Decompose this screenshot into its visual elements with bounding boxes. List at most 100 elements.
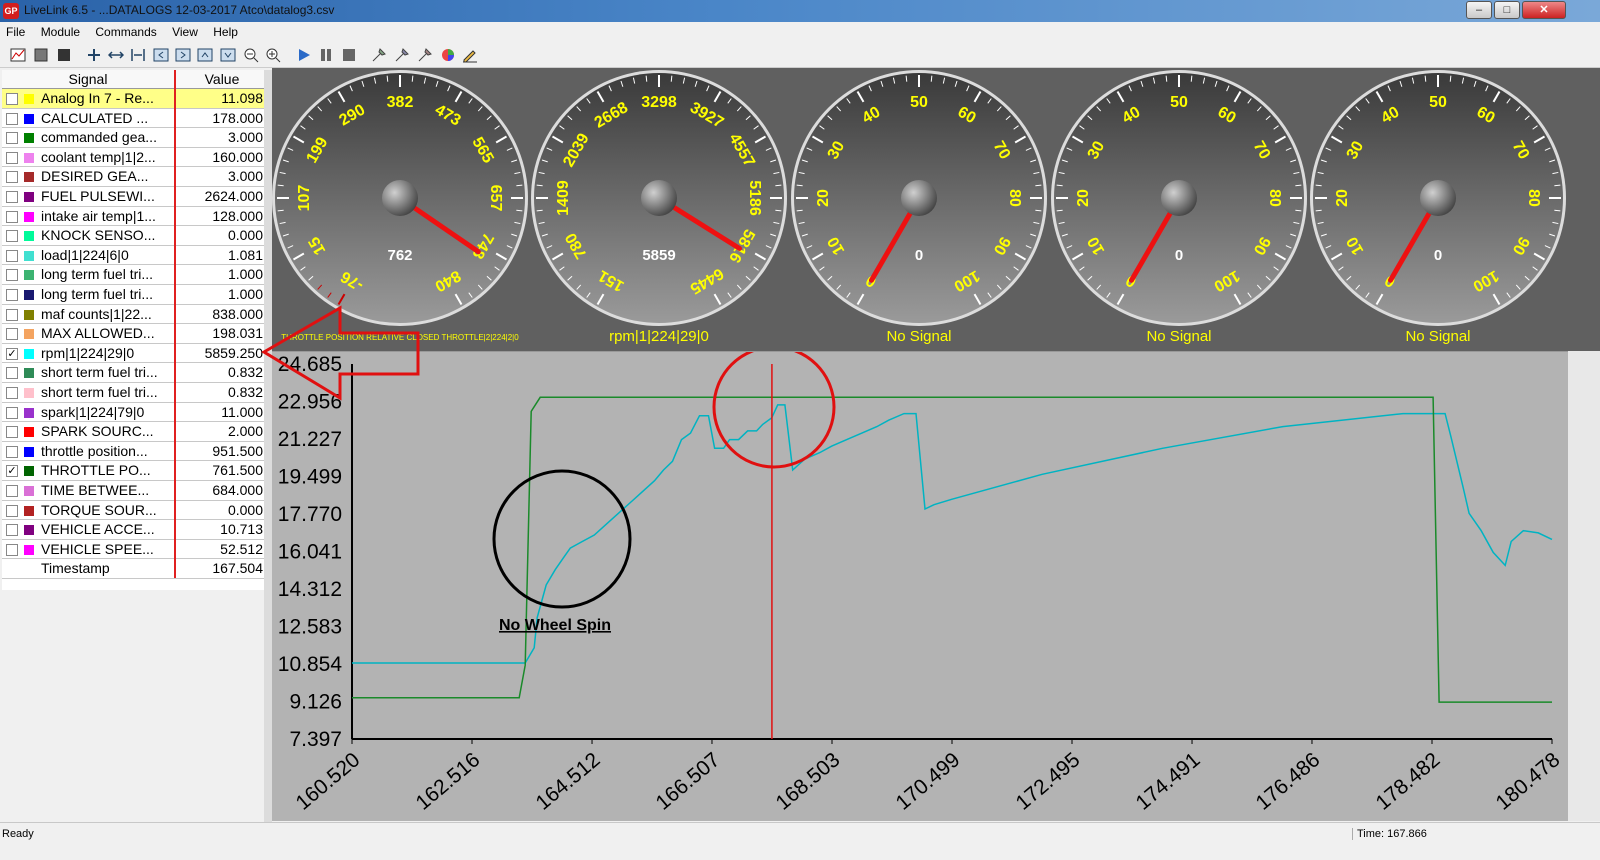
signal-row[interactable]: maf counts|1|22... 838.000 bbox=[2, 305, 268, 325]
signal-column-header[interactable]: Signal bbox=[2, 70, 174, 89]
signal-checkbox[interactable] bbox=[6, 524, 18, 537]
x-tick-label: 168.503 bbox=[772, 748, 845, 814]
signal-checkbox[interactable] bbox=[6, 367, 18, 380]
signal-row[interactable]: ✓ THROTTLE PO... 761.500 bbox=[2, 461, 268, 481]
signal-checkbox[interactable] bbox=[6, 191, 18, 203]
minimize-button[interactable]: – bbox=[1466, 1, 1492, 19]
signal-checkbox[interactable] bbox=[6, 543, 18, 556]
signal-checkbox[interactable] bbox=[6, 289, 18, 301]
signal-checkbox[interactable] bbox=[6, 230, 18, 243]
signal-checkbox[interactable] bbox=[6, 445, 18, 458]
signal-value: 684.000 bbox=[212, 482, 263, 498]
signal-checkbox[interactable] bbox=[6, 387, 18, 399]
x-tick-label: 160.520 bbox=[292, 748, 365, 814]
signal-checkbox[interactable] bbox=[6, 171, 18, 184]
signal-row[interactable]: commanded gea... 3.000 bbox=[2, 128, 268, 148]
signal-checkbox[interactable] bbox=[6, 308, 18, 321]
gauge-tick-label: 3298 bbox=[641, 94, 677, 111]
signal-row[interactable]: coolant temp|1|2... 160.000 bbox=[2, 148, 268, 168]
signal-checkbox[interactable] bbox=[6, 249, 18, 262]
stop-square-icon[interactable] bbox=[341, 47, 357, 63]
zoom-max-icon[interactable] bbox=[86, 47, 102, 63]
signal-checkbox[interactable] bbox=[6, 210, 18, 223]
value-column-header[interactable]: Value bbox=[176, 70, 268, 89]
signal-checkbox[interactable] bbox=[6, 504, 18, 517]
close-button[interactable]: ✕ bbox=[1522, 1, 1566, 19]
signal-row[interactable]: TORQUE SOUR... 0.000 bbox=[2, 501, 268, 521]
maximize-button[interactable]: □ bbox=[1494, 1, 1520, 19]
signal-row[interactable]: long term fuel tri... 1.000 bbox=[2, 285, 268, 305]
signal-row[interactable]: KNOCK SENSO... 0.000 bbox=[2, 226, 268, 246]
signal-checkbox[interactable] bbox=[6, 132, 18, 145]
pan-icon[interactable] bbox=[108, 47, 124, 63]
signal-name: VEHICLE SPEE... bbox=[41, 540, 154, 557]
signal-row[interactable]: VEHICLE SPEE... 52.512 bbox=[2, 540, 268, 560]
signal-row[interactable]: CALCULATED ... 178.000 bbox=[2, 109, 268, 129]
menu-commands[interactable]: Commands bbox=[89, 22, 162, 42]
signal-checkbox[interactable] bbox=[6, 406, 18, 419]
x-tick-label: 166.507 bbox=[652, 748, 725, 814]
signal-checkbox[interactable] bbox=[6, 112, 18, 125]
left-icon[interactable] bbox=[153, 47, 169, 63]
signal-row[interactable]: short term fuel tri... 0.832 bbox=[2, 363, 268, 383]
signal-row[interactable]: throttle position... 951.500 bbox=[2, 442, 268, 462]
signal-checkbox[interactable] bbox=[6, 485, 18, 497]
signal-row[interactable]: TIME BETWEE... 684.000 bbox=[2, 481, 268, 501]
signal-checkbox[interactable] bbox=[6, 93, 18, 105]
signal-row[interactable]: long term fuel tri... 1.000 bbox=[2, 265, 268, 285]
tool-c-icon[interactable] bbox=[417, 47, 433, 63]
signal-checkbox[interactable] bbox=[6, 426, 18, 439]
pen-icon[interactable] bbox=[462, 47, 478, 63]
signal-value: 160.000 bbox=[212, 148, 263, 165]
chart-scroll-strip[interactable] bbox=[1568, 351, 1600, 821]
y-tick-label: 7.397 bbox=[289, 728, 342, 751]
stop-icon[interactable] bbox=[33, 47, 49, 63]
signal-row[interactable]: FUEL PULSEWI... 2624.000 bbox=[2, 187, 268, 207]
signal-row[interactable]: VEHICLE ACCE... 10.713 bbox=[2, 520, 268, 540]
menu-file[interactable]: File bbox=[0, 22, 31, 42]
signal-row[interactable]: DESIRED GEA... 3.000 bbox=[2, 167, 268, 187]
gauge-readout: 0 bbox=[1175, 247, 1183, 264]
fit-icon[interactable] bbox=[130, 47, 146, 63]
zoom-out-icon[interactable] bbox=[243, 47, 259, 63]
gauge-tick bbox=[775, 184, 782, 187]
signal-row[interactable]: ✓ rpm|1|224|29|0 5859.250 bbox=[2, 344, 268, 364]
signal-value: 2.000 bbox=[227, 423, 263, 440]
color-icon[interactable] bbox=[440, 47, 456, 63]
right-icon[interactable] bbox=[175, 47, 191, 63]
signal-name: CALCULATED ... bbox=[41, 109, 149, 126]
tool-b-icon[interactable] bbox=[394, 47, 410, 63]
menu-view[interactable]: View bbox=[166, 22, 204, 42]
title-bar: GP LiveLink 6.5 - ...DATALOGS 12-03-2017… bbox=[0, 0, 1600, 22]
chart-icon[interactable] bbox=[10, 47, 26, 63]
signal-row[interactable]: load|1|224|6|0 1.081 bbox=[2, 246, 268, 266]
gauge-tick bbox=[670, 75, 673, 82]
signal-row[interactable]: intake air temp|1... 128.000 bbox=[2, 207, 268, 227]
record-icon[interactable] bbox=[56, 47, 72, 63]
gauge-hub bbox=[641, 180, 677, 216]
gauge-tick-label: 5186 bbox=[746, 180, 763, 216]
menu-help[interactable]: Help bbox=[207, 22, 244, 42]
signal-checkbox[interactable] bbox=[6, 328, 18, 341]
zoom-in-icon[interactable] bbox=[265, 47, 281, 63]
play-icon[interactable] bbox=[296, 47, 312, 63]
signal-row[interactable]: SPARK SOURC... 2.000 bbox=[2, 422, 268, 442]
tool-a-icon[interactable] bbox=[371, 47, 387, 63]
signal-name: load|1|224|6|0 bbox=[41, 246, 129, 263]
gauge-caption: No Signal bbox=[1146, 328, 1211, 345]
signal-checkbox[interactable]: ✓ bbox=[6, 465, 18, 478]
signal-checkbox[interactable]: ✓ bbox=[6, 347, 18, 360]
gauge-tick bbox=[536, 184, 543, 187]
signal-row[interactable]: Analog In 7 - Re... 11.098 bbox=[2, 89, 268, 109]
signal-checkbox[interactable] bbox=[6, 269, 18, 282]
menu-module[interactable]: Module bbox=[35, 22, 86, 42]
gauge: 01020304050607080901000No Signal bbox=[1051, 70, 1307, 345]
panel-splitter[interactable] bbox=[264, 70, 272, 822]
signal-row[interactable]: spark|1|224|79|0 11.000 bbox=[2, 403, 268, 423]
pause-icon[interactable] bbox=[318, 47, 334, 63]
down-icon[interactable] bbox=[220, 47, 236, 63]
up-icon[interactable] bbox=[197, 47, 213, 63]
signal-row[interactable]: short term fuel tri... 0.832 bbox=[2, 383, 268, 403]
signal-row[interactable]: MAX ALLOWED... 198.031 bbox=[2, 324, 268, 344]
signal-checkbox[interactable] bbox=[6, 151, 18, 164]
